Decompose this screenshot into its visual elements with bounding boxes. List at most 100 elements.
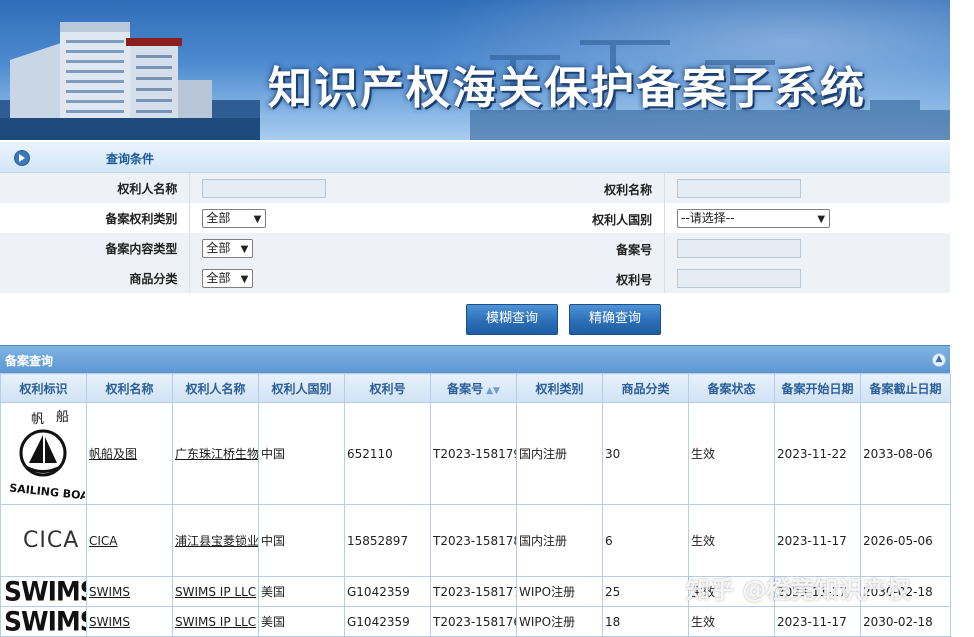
status-cell: 生效: [688, 402, 775, 505]
end-date-cell: 2026-05-06: [860, 504, 951, 577]
right-name-cell[interactable]: SWIMS: [86, 606, 173, 637]
content-type-label: 备案内容类型: [0, 233, 191, 263]
right-name-cell[interactable]: CICA: [86, 504, 173, 577]
holder-cell[interactable]: 广东珠江桥生物: [172, 402, 259, 505]
trademark-logo-sailing-boat: 帆 船 SAILING BOAT: [0, 402, 87, 505]
right-type-cell: 国内注册: [516, 504, 603, 577]
right-type-value: 全部: [206, 210, 231, 225]
right-type-select[interactable]: 全部 ▼: [202, 208, 267, 228]
table-row: SWIMS SWIMS SWIMS IP LLC 美国 G1042359 T20…: [0, 576, 951, 607]
table-row: CICA CICA 浦江县宝菱锁业 中国 15852897 T2023-1581…: [0, 504, 951, 577]
right-type-cell: 国内注册: [516, 402, 603, 505]
svg-text:帆: 帆: [31, 412, 44, 427]
country-cell: 美国: [258, 606, 345, 637]
right-type-cell: WIPO注册: [516, 606, 603, 637]
holder-cell[interactable]: SWIMS IP LLC: [172, 606, 259, 637]
status-cell: 生效: [688, 576, 775, 607]
col-header-country: 权利人国别: [258, 373, 345, 403]
results-table: 权利标识 权利名称 权利人名称 权利人国别 权利号 备案号 ▲▼ 权利类别 商品分…: [0, 373, 951, 637]
record-no-label: 备案号: [616, 243, 653, 257]
chevron-down-icon: ▼: [253, 213, 262, 225]
status-cell: 生效: [688, 606, 775, 637]
col-header-mark: 权利标识: [0, 373, 87, 403]
right-no-label: 权利号: [616, 273, 653, 287]
goods-class-value: 全部: [206, 270, 231, 285]
right-no-cell: 15852897: [344, 504, 431, 577]
status-cell: 生效: [688, 504, 775, 577]
record-no-cell: T2023-158177: [430, 576, 517, 607]
results-section-title: 备案查询: [5, 354, 54, 368]
right-name-cell[interactable]: 帆船及图: [86, 402, 173, 505]
country-cell: 美国: [258, 576, 345, 607]
col-header-status: 备案状态: [688, 373, 775, 403]
goods-class-label: 商品分类: [0, 263, 191, 293]
chevron-down-icon: ▼: [240, 243, 249, 255]
right-no-cell: G1042359: [344, 606, 431, 637]
end-date-cell: 2033-08-06: [860, 402, 951, 505]
record-no-cell: T2023-158179: [430, 402, 517, 505]
right-no-cell: 652110: [344, 402, 431, 505]
country-label: 权利人国别: [592, 213, 653, 227]
record-no-input[interactable]: [677, 238, 802, 258]
right-type-cell: WIPO注册: [516, 576, 603, 607]
right-type-label: 备案权利类别: [0, 203, 191, 233]
col-header-record-no-label: 备案号: [447, 381, 484, 396]
trademark-logo-swims: SWIMS: [0, 606, 87, 637]
class-cell: 18: [602, 606, 689, 637]
country-cell: 中国: [258, 504, 345, 577]
svg-text:船: 船: [56, 410, 69, 425]
cica-logo: CICA: [23, 528, 80, 553]
start-date-cell: 2023-11-22: [774, 402, 861, 505]
holder-cell[interactable]: 浦江县宝菱锁业: [172, 504, 259, 577]
content-type-value: 全部: [206, 240, 231, 255]
right-name-label: 权利名称: [604, 183, 653, 197]
query-section-header: 查询条件: [0, 142, 950, 173]
results-section-header: 备案查询 ▲: [0, 345, 950, 374]
right-no-cell: G1042359: [344, 576, 431, 607]
col-header-record-no[interactable]: 备案号 ▲▼: [430, 373, 517, 403]
svg-text:SAILING BOAT: SAILING BOAT: [9, 481, 85, 501]
col-header-type: 权利类别: [516, 373, 603, 403]
col-header-name: 权利名称: [86, 373, 173, 403]
col-header-holder: 权利人名称: [172, 373, 259, 403]
trademark-logo-swims: SWIMS: [0, 576, 87, 607]
table-row: 帆 船 SAILING BOAT 帆船及图 广东珠江桥生物 中国 652110 …: [0, 402, 951, 505]
collapse-icon[interactable]: ▲: [932, 353, 946, 367]
customs-building-image: [0, 22, 260, 140]
class-cell: 25: [602, 576, 689, 607]
col-header-right-no: 权利号: [344, 373, 431, 403]
country-cell: 中国: [258, 402, 345, 505]
right-holder-name-input[interactable]: [202, 178, 327, 198]
sort-arrow-icon[interactable]: ▲▼: [486, 386, 500, 396]
query-form: 权利人名称 权利名称 备案权利类别 全部 ▼ 权利人国别 --请选择-- ▼ 备案内…: [0, 173, 950, 293]
country-select[interactable]: --请选择-- ▼: [677, 208, 831, 228]
content-type-select[interactable]: 全部 ▼: [202, 238, 254, 258]
query-section-title: 查询条件: [106, 152, 155, 166]
table-row: SWIMS SWIMS SWIMS IP LLC 美国 G1042359 T20…: [0, 606, 951, 637]
col-header-start: 备案开始日期: [774, 373, 861, 403]
header-banner: 知识产权海关保护备案子系统: [0, 0, 950, 140]
swims-logo: SWIMS: [4, 576, 86, 607]
holder-cell[interactable]: SWIMS IP LLC: [172, 576, 259, 607]
right-holder-name-label: 权利人名称: [0, 173, 191, 203]
class-cell: 30: [602, 402, 689, 505]
chevron-down-icon: ▼: [240, 273, 249, 285]
fuzzy-search-button[interactable]: 模糊查询: [466, 304, 558, 335]
start-date-cell: 2023-11-17: [774, 576, 861, 607]
swims-logo: SWIMS: [4, 606, 86, 637]
sailing-boat-logo: 帆 船 SAILING BOAT: [9, 410, 86, 503]
system-title: 知识产权海关保护备案子系统: [268, 63, 866, 114]
country-value: --请选择--: [681, 210, 735, 225]
col-header-end: 备案截止日期: [860, 373, 951, 403]
class-cell: 6: [602, 504, 689, 577]
circle-play-icon: [14, 150, 30, 166]
start-date-cell: 2023-11-17: [774, 606, 861, 637]
right-name-cell[interactable]: SWIMS: [86, 576, 173, 607]
chevron-down-icon: ▼: [817, 213, 826, 225]
exact-search-button[interactable]: 精确查询: [569, 304, 661, 335]
end-date-cell: 2030-02-18: [860, 606, 951, 637]
goods-class-select[interactable]: 全部 ▼: [202, 268, 254, 288]
right-no-input[interactable]: [677, 268, 802, 288]
col-header-class: 商品分类: [602, 373, 689, 403]
right-name-input[interactable]: [677, 178, 802, 198]
